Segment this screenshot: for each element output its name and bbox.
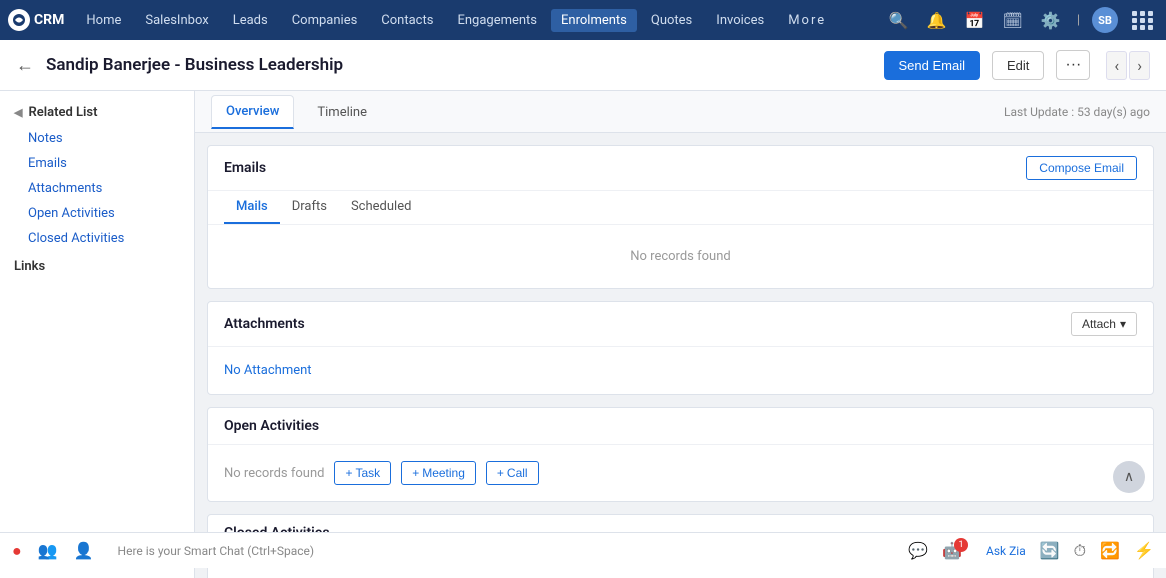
back-button[interactable]: ← (16, 55, 34, 76)
compose-email-button[interactable]: Compose Email (1026, 156, 1137, 180)
add-task-button[interactable]: + Task (334, 461, 391, 485)
emails-section-header: Emails Compose Email (208, 146, 1153, 191)
record-navigation: ‹ › (1106, 51, 1150, 80)
main-layout: ◀ Related List Notes Emails Attachments … (0, 91, 1166, 578)
app-name: CRM (34, 12, 64, 28)
add-call-button[interactable]: + Call (486, 461, 539, 485)
sidebar-item-emails[interactable]: Emails (0, 151, 194, 176)
last-update-text: Last Update : 53 day(s) ago (1004, 105, 1150, 119)
notifications-icon[interactable]: 🔔 (923, 9, 951, 32)
add-meeting-icon: + (412, 466, 419, 480)
related-list-label: Related List (28, 105, 97, 120)
attach-dropdown-icon: ▾ (1120, 317, 1126, 331)
open-activities-header: Open Activities (208, 408, 1153, 445)
scroll-to-top-button[interactable]: ∧ (1113, 461, 1145, 493)
nav-enrolments[interactable]: Enrolments (551, 9, 637, 32)
tab-timeline[interactable]: Timeline (302, 96, 382, 128)
user-avatar[interactable]: SB (1092, 7, 1118, 33)
open-activities-section: Open Activities No records found + Task … (207, 407, 1154, 502)
add-meeting-label: Meeting (422, 466, 465, 480)
attach-button[interactable]: Attach ▾ (1071, 312, 1137, 336)
calendar-icon[interactable]: 🗓 (999, 9, 1027, 32)
related-list-header[interactable]: ◀ Related List (0, 99, 194, 126)
attachments-section-header: Attachments Attach ▾ (208, 302, 1153, 347)
ask-zia-label[interactable]: Ask Zia (986, 544, 1026, 558)
add-meeting-button[interactable]: + Meeting (401, 461, 476, 485)
open-activities-content: No records found + Task + Meeting + Call… (208, 445, 1153, 501)
bottom-bar: ● 👥 👤 Here is your Smart Chat (Ctrl+Spac… (0, 532, 1166, 568)
bottom-icon-2[interactable]: 👥 (38, 541, 58, 560)
apps-grid-icon[interactable] (1128, 7, 1158, 34)
smart-chat-text: Here is your Smart Chat (Ctrl+Space) (118, 544, 315, 558)
record-title: Sandip Banerjee - Business Leadership (46, 55, 872, 75)
links-header: Links (0, 251, 194, 278)
add-call-icon: + (497, 466, 504, 480)
tabs-bar: Overview Timeline Last Update : 53 day(s… (195, 91, 1166, 133)
bottom-action-icon-4[interactable]: 🔁 (1100, 541, 1120, 560)
more-options-button[interactable]: ··· (1056, 50, 1090, 80)
sidebar-item-closed-activities[interactable]: Closed Activities (0, 226, 194, 251)
collapse-icon: ◀ (14, 106, 22, 119)
sidebar-item-notes[interactable]: Notes (0, 126, 194, 151)
bottom-action-icon-2[interactable]: 🔄 (1040, 541, 1060, 560)
sidebar: ◀ Related List Notes Emails Attachments … (0, 91, 195, 578)
attach-label: Attach (1082, 317, 1116, 331)
nav-invoices[interactable]: Invoices (706, 9, 774, 32)
attachments-section: Attachments Attach ▾ No Attachment (207, 301, 1154, 395)
bottom-action-icon-1[interactable]: 💬 (908, 541, 928, 560)
notification-badge: 1 (954, 538, 968, 552)
settings-icon[interactable]: ⚙️ (1037, 9, 1065, 32)
attachments-title: Attachments (224, 316, 1063, 332)
emails-empty-state: No records found (208, 225, 1153, 288)
tab-scheduled[interactable]: Scheduled (339, 191, 423, 224)
next-record-button[interactable]: › (1129, 51, 1150, 80)
tab-mails[interactable]: Mails (224, 191, 280, 224)
email-sub-tabs: Mails Drafts Scheduled (208, 191, 1153, 225)
send-email-button[interactable]: Send Email (884, 51, 980, 80)
bottom-icon-1[interactable]: ● (12, 541, 22, 561)
top-navigation: CRM Home SalesInbox Leads Companies Cont… (0, 0, 1166, 40)
nav-salesinbox[interactable]: SalesInbox (135, 9, 218, 32)
bottom-right-actions: 💬 🤖 1 Ask Zia 🔄 ⏱ 🔁 ⚡ (908, 541, 1154, 561)
nav-engagements[interactable]: Engagements (447, 9, 547, 32)
nav-leads[interactable]: Leads (223, 9, 278, 32)
sidebar-item-attachments[interactable]: Attachments (0, 176, 194, 201)
bottom-action-icon-5[interactable]: ⚡ (1134, 541, 1154, 560)
nav-more[interactable]: More (778, 9, 836, 32)
open-activities-empty: No records found (224, 466, 324, 481)
edit-button[interactable]: Edit (992, 51, 1044, 80)
add-call-label: Call (507, 466, 528, 480)
emails-section: Emails Compose Email Mails Drafts Schedu… (207, 145, 1154, 289)
tab-drafts[interactable]: Drafts (280, 191, 339, 224)
nav-quotes[interactable]: Quotes (641, 9, 702, 32)
logo-icon (8, 9, 30, 31)
add-task-icon: + (345, 466, 352, 480)
sidebar-item-open-activities[interactable]: Open Activities (0, 201, 194, 226)
open-activities-title: Open Activities (224, 418, 1137, 434)
ask-zia-container: 🤖 1 (942, 541, 976, 560)
tab-overview[interactable]: Overview (211, 95, 294, 129)
add-task-label: Task (356, 466, 381, 480)
top-nav-right: 🔍 🔔 📅 🗓 ⚙️ | SB (885, 7, 1158, 34)
nav-contacts[interactable]: Contacts (371, 9, 443, 32)
nav-home[interactable]: Home (76, 9, 131, 32)
emails-title: Emails (224, 160, 1018, 176)
bottom-icon-3[interactable]: 👤 (74, 541, 94, 560)
prev-record-button[interactable]: ‹ (1106, 51, 1127, 80)
no-attachment-text: No Attachment (208, 347, 1153, 394)
content-area: Overview Timeline Last Update : 53 day(s… (195, 91, 1166, 578)
calendar-add-icon[interactable]: 📅 (961, 9, 989, 32)
bottom-action-icon-3[interactable]: ⏱ (1074, 541, 1086, 561)
record-header: ← Sandip Banerjee - Business Leadership … (0, 40, 1166, 91)
app-logo[interactable]: CRM (8, 9, 64, 31)
nav-companies[interactable]: Companies (282, 9, 368, 32)
search-icon[interactable]: 🔍 (885, 9, 913, 32)
